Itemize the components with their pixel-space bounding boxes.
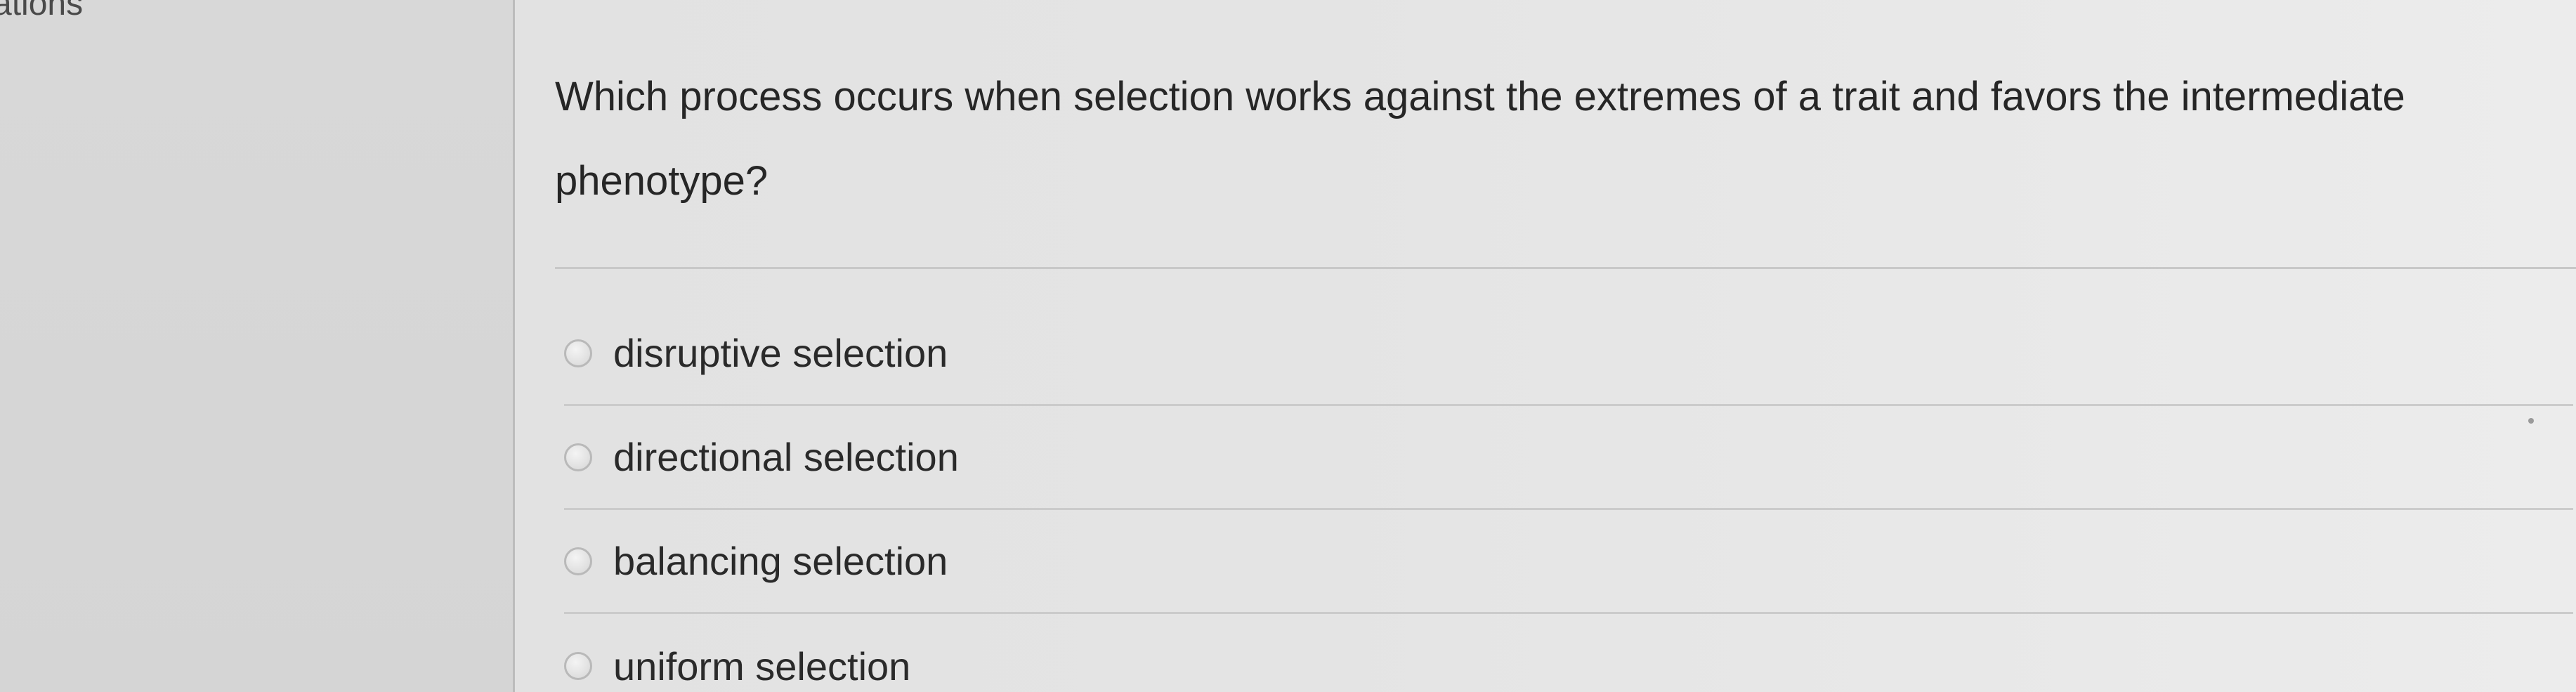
radio-button[interactable] — [564, 339, 592, 367]
option-label: balancing selection — [613, 539, 948, 583]
nav-partial-label[interactable]: ations — [0, 0, 83, 23]
option-disruptive-selection[interactable]: disruptive selection — [564, 302, 2573, 406]
option-label: disruptive selection — [613, 331, 948, 375]
question-divider — [555, 267, 2576, 269]
radio-button[interactable] — [564, 547, 592, 575]
option-label: directional selection — [613, 435, 959, 479]
answer-options: disruptive selection directional selecti… — [564, 302, 2573, 692]
left-navigation-panel: ations — [0, 0, 513, 692]
option-balancing-selection[interactable]: balancing selection — [564, 510, 2573, 614]
option-uniform-selection[interactable]: uniform selection — [564, 614, 2573, 692]
page: ations Which process occurs when selecti… — [0, 0, 2576, 692]
radio-button[interactable] — [564, 443, 592, 471]
question-text: Which process occurs when selection work… — [555, 74, 2405, 204]
question-content: Which process occurs when selection work… — [515, 0, 2576, 692]
option-directional-selection[interactable]: directional selection — [564, 406, 2573, 510]
radio-button[interactable] — [564, 652, 592, 680]
screen-speck — [2528, 418, 2534, 424]
option-label: uniform selection — [613, 644, 911, 688]
